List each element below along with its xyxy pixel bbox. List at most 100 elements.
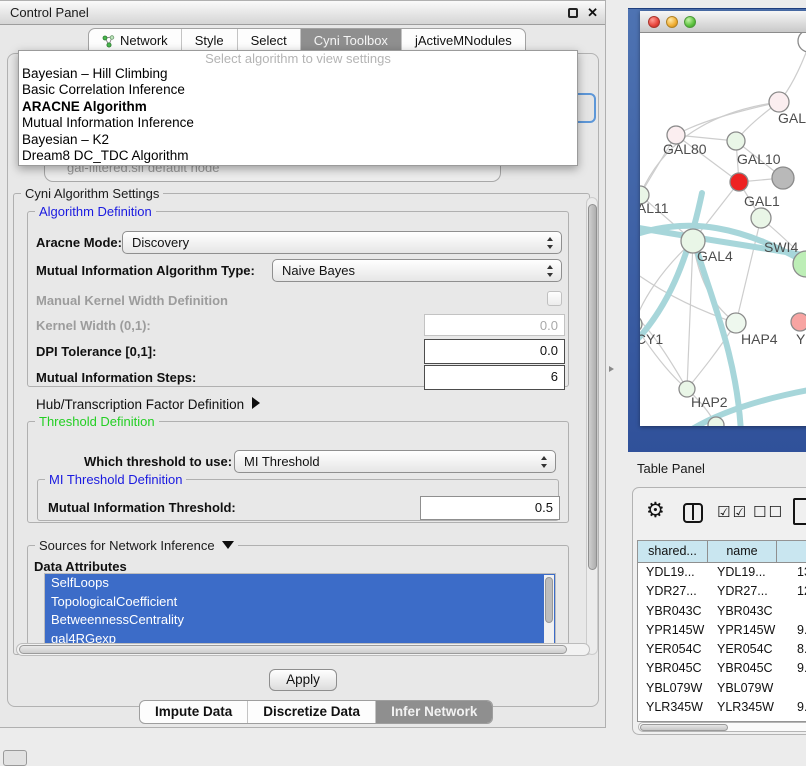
control-panel-title: Control Panel bbox=[0, 1, 605, 25]
collapse-down-icon bbox=[222, 541, 234, 549]
dpi-tolerance-label: DPI Tolerance [0,1]: bbox=[36, 344, 156, 359]
network-node[interactable] bbox=[726, 313, 746, 333]
node-label-gal1: GAL1 bbox=[744, 193, 780, 209]
settings-vertical-scrollbar[interactable] bbox=[586, 197, 598, 655]
network-node[interactable] bbox=[772, 167, 794, 189]
manual-kernel-checkbox[interactable] bbox=[547, 291, 562, 306]
table-row[interactable]: YLR345WYLR345W9. bbox=[638, 698, 806, 717]
attribute-item-topologicalcoefficient[interactable]: TopologicalCoefficient bbox=[45, 593, 555, 612]
export-table-icon[interactable] bbox=[793, 498, 806, 525]
mi-steps-label: Mutual Information Steps: bbox=[36, 370, 196, 385]
network-canvas[interactable]: GALGAL80GAL10GAL1GAL11SWI4GAL4GCY1HAP4YH… bbox=[640, 33, 806, 426]
network-node[interactable] bbox=[730, 173, 748, 191]
network-node[interactable] bbox=[751, 208, 771, 228]
node-label-hap4: HAP4 bbox=[741, 331, 778, 347]
table-row[interactable]: YBL079WYBL079W bbox=[638, 679, 806, 698]
aracne-mode-select[interactable]: Discovery bbox=[122, 231, 562, 254]
control-panel-window: Control Panel ✕ NetworkStyleSelectCyni T… bbox=[0, 0, 606, 728]
sources-group-title[interactable]: Sources for Network Inference bbox=[35, 538, 238, 553]
node-label-gal11: GAL11 bbox=[640, 200, 669, 216]
table-row[interactable]: YBR045CYBR045C9. bbox=[638, 659, 806, 678]
column-header-shared[interactable]: shared... bbox=[638, 541, 708, 562]
table-panel-title: Table Panel bbox=[637, 461, 705, 476]
network-node[interactable] bbox=[640, 316, 642, 332]
attribute-item-betweennesscentrality[interactable]: BetweennessCentrality bbox=[45, 611, 555, 630]
column-header-2[interactable] bbox=[777, 541, 806, 562]
which-threshold-label: Which threshold to use: bbox=[84, 454, 232, 469]
stepper-arrows-icon bbox=[547, 237, 554, 249]
network-edge[interactable] bbox=[640, 102, 779, 195]
column-header-name[interactable]: name bbox=[708, 541, 777, 562]
table-row[interactable]: YPR145WYPR145W9. bbox=[638, 621, 806, 640]
algorithm-option-bayesian-k2[interactable]: Bayesian – K2 bbox=[19, 132, 577, 148]
mi-threshold-field[interactable]: 0.5 bbox=[420, 496, 560, 520]
node-label-gal10: GAL10 bbox=[737, 151, 781, 167]
zoom-traffic-icon[interactable] bbox=[684, 16, 696, 28]
dropdown-prompt: Select algorithm to view settings bbox=[19, 51, 577, 66]
network-edge[interactable] bbox=[687, 241, 693, 389]
select-all-columns-icon[interactable]: ☑☑ bbox=[717, 503, 748, 521]
data-table-combo[interactable]: gal-filtered.sif default node bbox=[44, 165, 501, 182]
table-row[interactable]: YDL19...YDL19...13 bbox=[638, 563, 806, 582]
gear-icon[interactable]: ⚙ bbox=[646, 498, 665, 522]
expand-right-icon bbox=[252, 397, 260, 409]
dpi-tolerance-field[interactable]: 0.0 bbox=[424, 339, 565, 364]
algorithm-dropdown-list: Bayesian – Hill ClimbingBasic Correlatio… bbox=[19, 66, 577, 164]
network-edge-highlighted[interactable] bbox=[640, 193, 702, 349]
close-traffic-icon[interactable] bbox=[648, 16, 660, 28]
cyni-bottom-tabbar: Impute DataDiscretize DataInfer Network bbox=[139, 700, 493, 724]
close-icon[interactable]: ✕ bbox=[587, 4, 598, 22]
network-node[interactable] bbox=[727, 132, 745, 150]
table-horizontal-scrollbar[interactable] bbox=[638, 722, 806, 732]
node-label-swi4: SWI4 bbox=[764, 239, 798, 255]
network-node[interactable] bbox=[791, 313, 806, 331]
algorithm-option-basic-correlation-inference[interactable]: Basic Correlation Inference bbox=[19, 82, 577, 98]
settings-group-title: Cyni Algorithm Settings bbox=[21, 186, 163, 201]
node-label-gal: GAL bbox=[778, 110, 806, 126]
node-label-y: Y bbox=[796, 331, 806, 347]
tab-discretize-data[interactable]: Discretize Data bbox=[247, 701, 375, 723]
node-label-gal80: GAL80 bbox=[663, 141, 707, 157]
hub-section-toggle[interactable]: Hub/Transcription Factor Definition bbox=[36, 397, 260, 412]
mi-type-select[interactable]: Naive Bayes bbox=[272, 259, 562, 282]
tab-impute-data[interactable]: Impute Data bbox=[140, 701, 247, 723]
network-edge[interactable] bbox=[640, 306, 687, 389]
float-window-icon[interactable] bbox=[568, 8, 578, 18]
network-node[interactable] bbox=[798, 33, 806, 52]
network-edge[interactable] bbox=[676, 102, 779, 135]
kernel-width-field[interactable]: 0.0 bbox=[424, 314, 565, 336]
which-threshold-select[interactable]: MI Threshold bbox=[234, 450, 556, 473]
settings-horizontal-scrollbar[interactable] bbox=[16, 643, 590, 656]
algorithm-option-bayesian-hill-climbing[interactable]: Bayesian – Hill Climbing bbox=[19, 66, 577, 82]
attribute-item-selfloops[interactable]: SelfLoops bbox=[45, 574, 555, 593]
algorithm-option-dream8-dc-tdc-algorithm[interactable]: Dream8 DC_TDC Algorithm bbox=[19, 148, 577, 164]
table-row[interactable]: YBR043CYBR043C bbox=[638, 602, 806, 621]
table-row[interactable]: YDR27...YDR27...12 bbox=[638, 582, 806, 601]
network-view-frame: GALGAL80GAL10GAL1GAL11SWI4GAL4GCY1HAP4YH… bbox=[628, 8, 806, 452]
algorithm-dropdown-popup: Select algorithm to view settings Bayesi… bbox=[18, 50, 578, 166]
node-label-gal4: GAL4 bbox=[697, 248, 733, 264]
manual-kernel-label: Manual Kernel Width Definition bbox=[36, 293, 228, 308]
table-header-row: shared...name bbox=[638, 541, 806, 563]
network-window: GALGAL80GAL10GAL1GAL11SWI4GAL4GCY1HAP4YH… bbox=[640, 11, 806, 426]
minimize-traffic-icon[interactable] bbox=[666, 16, 678, 28]
attributes-scrollbar[interactable] bbox=[544, 575, 554, 647]
apply-button[interactable]: Apply bbox=[269, 669, 337, 691]
algorithm-option-aracne-algorithm[interactable]: ARACNE Algorithm bbox=[19, 99, 577, 115]
tab-infer-network[interactable]: Infer Network bbox=[375, 701, 492, 723]
collapsed-panel-button[interactable] bbox=[3, 750, 27, 766]
mi-type-label: Mutual Information Algorithm Type: bbox=[36, 263, 255, 278]
node-table: shared...name YDL19...YDL19...13YDR27...… bbox=[637, 540, 806, 722]
data-attributes-label: Data Attributes bbox=[34, 559, 127, 574]
network-node[interactable] bbox=[769, 92, 789, 112]
stepper-arrows-icon bbox=[541, 456, 548, 468]
mi-steps-field[interactable]: 6 bbox=[424, 365, 565, 390]
network-window-titlebar[interactable] bbox=[640, 11, 806, 33]
deselect-all-columns-icon[interactable]: ☐☐ bbox=[753, 503, 784, 521]
data-attributes-list: SelfLoopsTopologicalCoefficientBetweenne… bbox=[44, 573, 556, 647]
panel-splitter-handle[interactable] bbox=[609, 366, 614, 372]
table-panel: ⚙ ☑☑ ☐☐ shared...name YDL19...YDL19...13… bbox=[632, 487, 806, 735]
table-row[interactable]: YER054CYER054C8. bbox=[638, 640, 806, 659]
algorithm-option-mutual-information-inference[interactable]: Mutual Information Inference bbox=[19, 115, 577, 131]
split-columns-icon[interactable] bbox=[683, 503, 703, 523]
